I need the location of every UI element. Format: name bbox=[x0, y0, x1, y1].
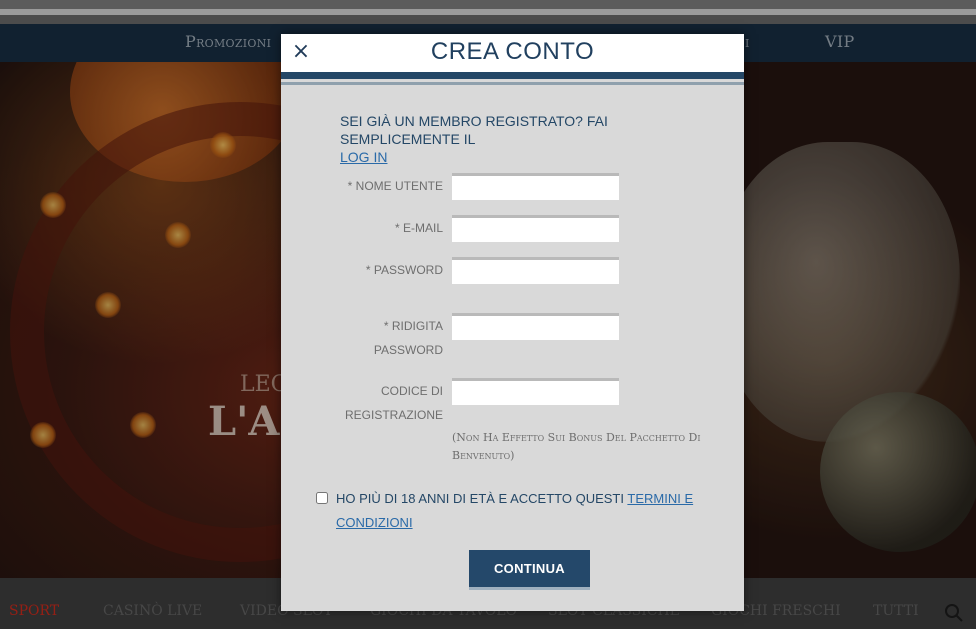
confirm-password-label-line2: PASSWORD bbox=[373, 343, 443, 357]
create-account-modal: CREA CONTO × SEI GIÀ UN MEMBRO REGISTRAT… bbox=[281, 34, 744, 611]
header-divider-line bbox=[281, 82, 744, 85]
password-input[interactable] bbox=[452, 257, 619, 284]
terms-prefix: HO PIÙ DI 18 ANNI DI ETÀ E ACCETTO QUEST… bbox=[336, 491, 624, 506]
email-label: * E-MAIL bbox=[394, 221, 443, 235]
confirm-password-input[interactable] bbox=[452, 313, 619, 340]
terms-text: HO PIÙ DI 18 ANNI DI ETÀ E ACCETTO QUEST… bbox=[336, 487, 716, 535]
continue-button[interactable]: CONTINUA bbox=[469, 550, 590, 590]
modal-header: CREA CONTO × bbox=[281, 34, 744, 72]
email-input[interactable] bbox=[452, 215, 619, 242]
login-prompt-text: SEI GIÀ UN MEMBRO REGISTRATO? FAI SEMPLI… bbox=[340, 113, 608, 147]
reg-code-note: (Non Ha Effetto Sui Bonus Del Pacchetto … bbox=[452, 431, 701, 462]
username-label: * NOME UTENTE bbox=[347, 179, 443, 193]
reg-code-label-line2: REGISTRAZIONE bbox=[344, 408, 443, 422]
reg-code-label-line1: CODICE DI bbox=[380, 384, 443, 398]
modal-title: CREA CONTO bbox=[430, 38, 595, 65]
terms-checkbox[interactable] bbox=[316, 492, 328, 504]
confirm-password-label-line1: * RIDIGITA bbox=[383, 319, 443, 333]
username-input[interactable] bbox=[452, 173, 619, 200]
password-label: * PASSWORD bbox=[365, 263, 443, 277]
reg-code-input[interactable] bbox=[452, 378, 619, 405]
login-prompt: SEI GIÀ UN MEMBRO REGISTRATO? FAI SEMPLI… bbox=[340, 112, 730, 166]
close-icon[interactable]: × bbox=[289, 40, 313, 64]
login-link[interactable]: LOG IN bbox=[340, 149, 387, 165]
header-divider bbox=[281, 72, 744, 79]
